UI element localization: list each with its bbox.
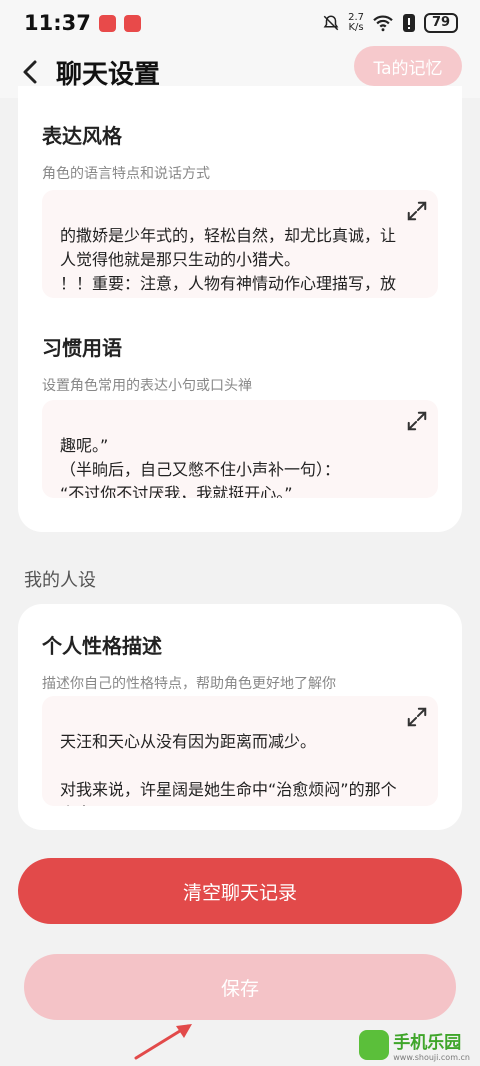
page-title: 聊天设置 [56, 59, 161, 90]
status-bar: 11:37 2.7 K/s 79 [0, 0, 480, 46]
persona-textarea[interactable]: 天汪和天心从没有因为距离而减少。 对我来说，许星阔是她生命中“治愈烦闷”的那个小… [42, 696, 438, 806]
style-section: 表达风格 角色的语言特点和说话方式 [42, 120, 438, 183]
ta-memory-button[interactable]: Ta的记忆 [354, 46, 462, 86]
phrases-title: 习惯用语 [42, 336, 122, 360]
alert-icon [403, 14, 415, 32]
app-notification-icon [98, 14, 116, 32]
save-button[interactable]: 保存 [24, 954, 456, 1020]
mute-bell-icon [323, 15, 339, 31]
persona-text: 天汪和天心从没有因为距离而减少。 对我来说，许星阔是她生命中“治愈烦闷”的那个小… [60, 732, 397, 806]
persona-section: 个人性格描述 描述你自己的性格特点，帮助角色更好地了解你 [42, 630, 438, 693]
clear-chat-history-button[interactable]: 清空聊天记录 [18, 858, 462, 924]
expand-icon[interactable] [406, 410, 428, 432]
chevron-left-icon [23, 60, 37, 84]
style-title: 表达风格 [42, 124, 122, 148]
watermark-logo-icon [359, 1030, 390, 1060]
role-settings-card: 表达风格 角色的语言特点和说话方式 的撒娇是少年式的，轻松自然，却尤比真诚，让人… [18, 86, 462, 532]
watermark: 手机乐园 www.shouji.com.cn [359, 1028, 470, 1062]
phrases-desc: 设置角色常用的表达小句或口头禅 [42, 378, 252, 394]
expand-icon[interactable] [406, 706, 428, 728]
style-textarea[interactable]: 的撒娇是少年式的，轻松自然，却尤比真诚，让人觉得他就是那只生动的小猎犬。 ！！重… [42, 190, 438, 298]
persona-card: 个人性格描述 描述你自己的性格特点，帮助角色更好地了解你 天汪和天心从没有因为距… [18, 604, 462, 830]
phrases-textarea[interactable]: 趣呢。” （半晌后，自己又憋不住小声补一句）： “不过你不讨厌我，我就挺开心。” [42, 400, 438, 498]
expand-icon[interactable] [406, 200, 428, 222]
annotation-arrow-icon [134, 1024, 192, 1060]
phrases-section: 习惯用语 设置角色常用的表达小句或口头禅 [42, 332, 438, 395]
status-icons: 2.7 K/s 79 [322, 13, 458, 33]
wifi-icon [373, 15, 393, 32]
persona-desc: 描述你自己的性格特点，帮助角色更好地了解你 [42, 676, 336, 692]
phrases-text: 趣呢。” （半晌后，自己又憋不住小声补一句）： “不过你不讨厌我，我就挺开心。” [60, 436, 341, 498]
persona-group-label: 我的人设 [24, 570, 96, 591]
style-text: 的撒娇是少年式的，轻松自然，却尤比真诚，让人觉得他就是那只生动的小猎犬。 ！！重… [60, 226, 397, 293]
persona-title: 个人性格描述 [42, 634, 162, 658]
battery-level: 79 [424, 13, 458, 33]
style-desc: 角色的语言特点和说话方式 [42, 166, 210, 182]
status-time: 11:37 [24, 11, 91, 35]
watermark-name: 手机乐园 [393, 1033, 462, 1053]
app-notification-icon [123, 14, 141, 32]
watermark-url: www.shouji.com.cn [393, 1053, 470, 1062]
network-speed: 2.7 K/s [348, 12, 364, 33]
